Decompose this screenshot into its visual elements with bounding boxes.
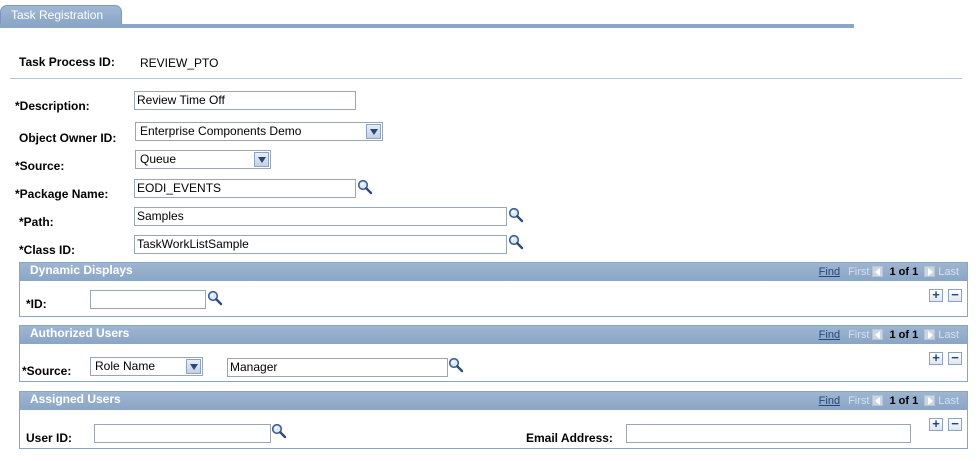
object-owner-value: Enterprise Components Demo	[140, 124, 302, 138]
package-name-input[interactable]: EODI_EVENTS	[134, 179, 356, 198]
role-name-input[interactable]: Manager	[227, 358, 448, 377]
search-icon[interactable]	[207, 290, 223, 306]
last-link: Last	[938, 329, 959, 341]
class-id-input[interactable]: TaskWorkListSample	[134, 235, 507, 254]
grid-navigation: Find First 1 of 1 Last	[819, 266, 959, 279]
object-owner-label: Object Owner ID:	[19, 131, 117, 145]
row-count: 1 of 1	[889, 266, 919, 278]
path-label: *Path:	[19, 215, 54, 229]
row-count: 1 of 1	[889, 395, 919, 407]
task-process-id-label: Task Process ID:	[19, 55, 115, 69]
row-count: 1 of 1	[889, 329, 919, 341]
first-link: First	[848, 329, 870, 341]
delete-row-button[interactable]: −	[948, 417, 962, 431]
authorized-source-value: Role Name	[95, 359, 156, 373]
add-row-button[interactable]: +	[929, 417, 943, 431]
tab-underline	[0, 24, 854, 28]
delete-row-button[interactable]: −	[948, 288, 962, 302]
dynamic-id-input[interactable]	[90, 290, 206, 309]
search-icon[interactable]	[271, 423, 287, 439]
next-icon	[924, 266, 936, 277]
chevron-down-icon[interactable]	[186, 359, 201, 374]
source-select[interactable]: Queue	[135, 150, 271, 169]
dynamic-id-label: *ID:	[26, 297, 47, 311]
authorized-users-grid: Authorized Users Find First 1 of 1 Last *So…	[19, 325, 968, 382]
section-divider	[10, 78, 962, 79]
find-link[interactable]: Find	[819, 395, 840, 407]
previous-icon	[872, 395, 884, 406]
tab-task-registration[interactable]: Task Registration	[0, 5, 122, 25]
chevron-down-icon[interactable]	[254, 152, 269, 167]
delete-row-button[interactable]: −	[948, 351, 962, 365]
search-icon[interactable]	[508, 207, 524, 223]
previous-icon	[872, 266, 884, 277]
object-owner-select[interactable]: Enterprise Components Demo	[135, 122, 383, 141]
find-link[interactable]: Find	[819, 329, 840, 341]
search-icon[interactable]	[508, 234, 524, 250]
dynamic-displays-header: Dynamic Displays Find First 1 of 1 Last	[20, 263, 967, 281]
grid-navigation: Find First 1 of 1 Last	[819, 395, 959, 408]
dynamic-displays-grid: Dynamic Displays Find First 1 of 1 Last *ID…	[19, 262, 968, 317]
add-row-button[interactable]: +	[929, 288, 943, 302]
email-address-label: Email Address:	[526, 431, 613, 445]
user-id-input[interactable]	[94, 424, 271, 443]
previous-icon	[872, 329, 884, 340]
user-id-label: User ID:	[26, 431, 73, 445]
class-id-label: *Class ID:	[19, 243, 76, 257]
description-label: *Description:	[15, 99, 90, 113]
path-input[interactable]: Samples	[134, 207, 507, 226]
next-icon	[924, 329, 936, 340]
search-icon[interactable]	[357, 179, 373, 195]
grid-title: Dynamic Displays	[30, 263, 133, 277]
grid-title: Assigned Users	[30, 392, 121, 406]
authorized-source-label: *Source:	[22, 364, 72, 378]
assigned-users-header: Assigned Users Find First 1 of 1 Last	[20, 392, 967, 410]
package-name-label: *Package Name:	[15, 187, 109, 201]
add-row-button[interactable]: +	[929, 351, 943, 365]
task-process-id-value: REVIEW_PTO	[140, 56, 219, 70]
first-link: First	[848, 395, 870, 407]
last-link: Last	[938, 266, 959, 278]
grid-title: Authorized Users	[30, 326, 130, 340]
grid-navigation: Find First 1 of 1 Last	[819, 329, 959, 342]
search-icon[interactable]	[448, 357, 464, 373]
last-link: Last	[938, 395, 959, 407]
assigned-users-grid: Assigned Users Find First 1 of 1 Last User …	[19, 391, 968, 449]
email-address-input[interactable]	[626, 424, 911, 443]
source-value: Queue	[140, 152, 177, 166]
find-link[interactable]: Find	[819, 266, 840, 278]
next-icon	[924, 395, 936, 406]
authorized-source-select[interactable]: Role Name	[90, 357, 203, 376]
authorized-users-header: Authorized Users Find First 1 of 1 Last	[20, 326, 967, 344]
description-input[interactable]: Review Time Off	[134, 91, 356, 110]
first-link: First	[848, 266, 870, 278]
chevron-down-icon[interactable]	[366, 124, 381, 139]
source-label: *Source:	[15, 159, 65, 173]
